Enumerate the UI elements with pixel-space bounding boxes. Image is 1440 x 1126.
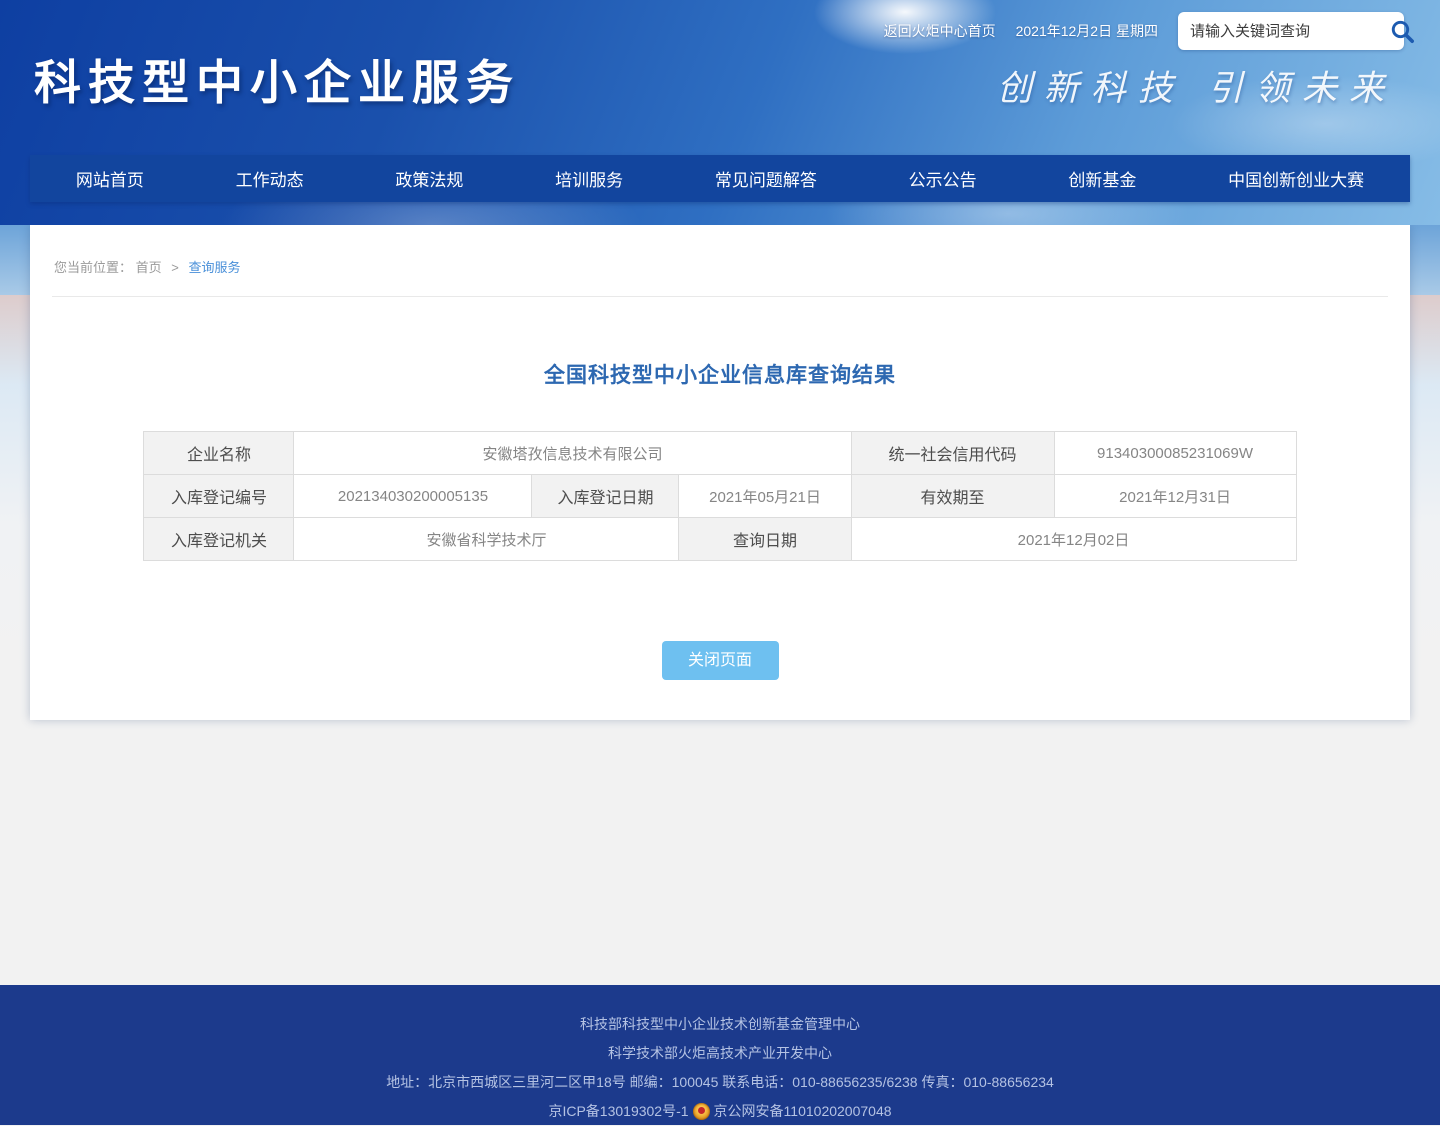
breadcrumb: 您当前位置： 首页 > 查询服务 [52,225,1388,297]
nav-item-work-news[interactable]: 工作动态 [226,166,314,191]
search-input[interactable] [1190,23,1389,40]
breadcrumb-prefix: 您当前位置： [54,260,132,275]
icp-license-link[interactable]: 京ICP备13019302号-1 [548,1097,688,1126]
nav-item-training[interactable]: 培训服务 [545,166,633,191]
breadcrumb-home-link[interactable]: 首页 [136,260,162,275]
registration-authority-value: 安徽省科学技术厅 [294,518,679,561]
site-slogan: 创新科技 引领未来 [997,60,1396,111]
credit-code-label: 统一社会信用代码 [851,432,1054,475]
footer-org-line1: 科技部科技型中小企业技术创新基金管理中心 [0,1010,1440,1039]
current-date: 2021年12月2日 星期四 [1016,21,1158,41]
main-panel: 您当前位置： 首页 > 查询服务 全国科技型中小企业信息库查询结果 企业名称 安… [30,225,1410,720]
nav-item-innovation-fund[interactable]: 创新基金 [1058,166,1146,191]
back-to-torch-home-link[interactable]: 返回火炬中心首页 [884,21,996,41]
police-badge-icon [693,1103,710,1120]
company-name-label: 企业名称 [144,432,294,475]
registration-date-label: 入库登记日期 [532,475,679,518]
police-registration-link[interactable]: 京公网安备11010202007048 [714,1097,892,1126]
search-icon [1389,18,1416,45]
footer-registration-line: 京ICP备13019302号-1 京公网安备11010202007048 [0,1097,1440,1126]
nav-item-policies[interactable]: 政策法规 [385,166,473,191]
nav-item-faq[interactable]: 常见问题解答 [705,166,827,191]
main-nav: 网站首页 工作动态 政策法规 培训服务 常见问题解答 公示公告 创新基金 中国创… [30,155,1410,202]
site-logo: 科技型中小企业服务 [34,44,520,113]
valid-until-value: 2021年12月31日 [1054,475,1296,518]
registration-number-value: 202134030200005135 [294,475,532,518]
search-button[interactable] [1389,18,1416,45]
nav-item-home[interactable]: 网站首页 [66,166,154,191]
breadcrumb-current-link[interactable]: 查询服务 [189,260,241,275]
nav-item-announcements[interactable]: 公示公告 [899,166,987,191]
breadcrumb-separator: > [171,260,179,275]
credit-code-value: 91340300085231069W [1054,432,1296,475]
table-row: 入库登记机关 安徽省科学技术厅 查询日期 2021年12月02日 [144,518,1296,561]
query-result-table: 企业名称 安徽塔孜信息技术有限公司 统一社会信用代码 9134030008523… [143,431,1296,561]
footer-address-line: 地址：北京市西城区三里河二区甲18号 邮编：100045 联系电话：010-88… [0,1068,1440,1097]
close-page-button[interactable]: 关闭页面 [662,641,779,680]
header: 返回火炬中心首页 2021年12月2日 星期四 科技型中小企业服务 创新科技 引… [0,0,1440,225]
table-row: 企业名称 安徽塔孜信息技术有限公司 统一社会信用代码 9134030008523… [144,432,1296,475]
registration-authority-label: 入库登记机关 [144,518,294,561]
close-button-container: 关闭页面 [52,641,1388,720]
footer-org-line2: 科学技术部火炬高技术产业开发中心 [0,1039,1440,1068]
table-row: 入库登记编号 202134030200005135 入库登记日期 2021年05… [144,475,1296,518]
topbar: 返回火炬中心首页 2021年12月2日 星期四 [884,12,1404,50]
registration-number-label: 入库登记编号 [144,475,294,518]
search-box[interactable] [1178,12,1404,50]
nav-item-innovation-competition[interactable]: 中国创新创业大赛 [1218,166,1374,191]
page-title: 全国科技型中小企业信息库查询结果 [52,359,1388,389]
query-date-value: 2021年12月02日 [851,518,1296,561]
footer: 科技部科技型中小企业技术创新基金管理中心 科学技术部火炬高技术产业开发中心 地址… [0,985,1440,1125]
query-date-label: 查询日期 [679,518,851,561]
content-background: 您当前位置： 首页 > 查询服务 全国科技型中小企业信息库查询结果 企业名称 安… [0,225,1440,985]
company-name-value: 安徽塔孜信息技术有限公司 [294,432,851,475]
registration-date-value: 2021年05月21日 [679,475,851,518]
valid-until-label: 有效期至 [851,475,1054,518]
